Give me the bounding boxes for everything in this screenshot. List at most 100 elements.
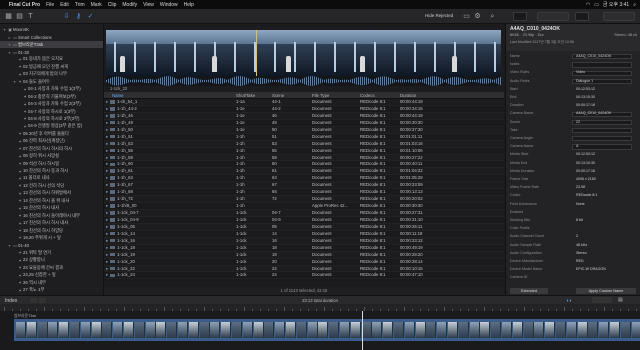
column-header-file-type[interactable]: File Type xyxy=(312,92,329,99)
sidebar-item[interactable]: ✦ 01 동네가 봄은 오지요 xyxy=(0,56,103,63)
sidebar-item[interactable]: ✦ 19,20 주위게 시 + 잎 xyxy=(0,234,103,241)
sidebar-item[interactable]: ✦ 05 20년 후 아버를 돌볼다 xyxy=(0,130,103,137)
disclosure-closed-icon[interactable]: ▸ xyxy=(106,155,108,160)
menu-item-trim[interactable]: Trim xyxy=(75,2,85,8)
sidebar-item[interactable]: ▾ ▣ Moon4K xyxy=(0,26,103,33)
table-row[interactable]: ▸ 1-1h_44-2 1-1e 44-2 Document REDcode 8:1 00:… xyxy=(104,105,504,113)
viewer-toggle[interactable] xyxy=(513,12,527,21)
table-row[interactable]: ▸ 1-1h_58 1-1h 58 Document REDcode 8:1 00:00:2… xyxy=(104,154,504,162)
menu-item-help[interactable]: Help xyxy=(184,2,194,8)
sidebar-item[interactable]: ✦ 21 위탁 딸 연기 xyxy=(0,249,103,256)
disclosure-closed-icon[interactable]: ▸ xyxy=(106,127,108,132)
disclosure-closed-icon[interactable]: ▸ xyxy=(106,182,108,187)
sidebar-item[interactable]: ✦ 17 친선의 하시 하시 내사 xyxy=(0,219,103,226)
table-row[interactable]: ▸ 1-1ck_20 1-1ck 20 Document REDcode 8:1 00:00… xyxy=(104,258,504,266)
timeline-playhead[interactable] xyxy=(362,311,363,350)
disclosure-closed-icon[interactable]: ▸ xyxy=(106,189,108,194)
clock[interactable]: 금 오후 3:41 xyxy=(603,1,629,8)
disclosure-closed-icon[interactable]: ▸ xyxy=(106,148,108,153)
sidebar-item[interactable]: ✦ 04-9 전쟁일 명상(3부 같은 밤) xyxy=(0,123,103,130)
sidebar-item[interactable]: ✦ 14 찬선의 하시 올 위 내사 xyxy=(0,197,103,204)
clip-filmstrip[interactable] xyxy=(106,30,501,76)
disclosure-closed-icon[interactable]: ▸ xyxy=(106,231,108,236)
keyword-icon[interactable]: ⚷ xyxy=(74,12,83,21)
disclosure-closed-icon[interactable]: ▸ xyxy=(106,238,108,243)
table-row[interactable]: ▸ 1-ck_54_1 1-1a 44-1 Document REDcode 8:1 00:… xyxy=(104,99,504,106)
table-row[interactable]: ▸ 1-1ck_24 1-1ck 24 Document REDcode 8:1 00:00… xyxy=(104,272,504,280)
table-row[interactable]: ▸ 1-1h_61 1-1h 61 Document REDcode 8:1 00:01:0… xyxy=(104,168,504,176)
metadata-view-select[interactable]: Extended xyxy=(510,288,548,294)
table-row[interactable]: ▸ 1-1h_68 1-1h 68 Document REDcode 8:1 00:00:1… xyxy=(104,189,504,197)
inspector-value[interactable]: A xyxy=(576,143,636,151)
column-header-codecs[interactable]: Codecs xyxy=(360,92,375,99)
sidebar-item[interactable]: ✦ 27 축노 1부 xyxy=(0,286,103,293)
inspector-value[interactable]: 22 xyxy=(576,119,636,127)
table-row[interactable]: ▸ 1-1h/8_00 1-1h Apple ProRes 42... REDcode … xyxy=(104,203,504,210)
sidebar-item[interactable]: ✦ 04-7 사망의 하시로 1(3부) xyxy=(0,108,103,115)
table-row[interactable]: ▸ 1-1ck_05 1-1ck 05 Document REDcode 8:1 00:00… xyxy=(104,223,504,231)
table-row[interactable]: ▸ 1-1h_55 1-1h 55 Document REDcode 8:1 00:01:1… xyxy=(104,147,504,155)
filmstrip-view-icon[interactable]: ▭ xyxy=(462,12,471,21)
menu-item-view[interactable]: View xyxy=(143,2,154,8)
panel-toggle-group[interactable] xyxy=(603,12,635,21)
sidebar-item[interactable]: ✦ 23 요들동에 간씨 결과 xyxy=(0,264,103,271)
sidebar-item[interactable]: ✦ 07 찬선의 하시 하시의 하시 xyxy=(0,145,103,152)
sidebar-item[interactable]: ✦ 06 전력 최사선(계정단) xyxy=(0,138,103,145)
titles-icon[interactable]: T xyxy=(26,12,35,21)
table-row[interactable]: ▸ 1-1ck_04-9 1-1ck 04-9 Document REDcode 8:1 0… xyxy=(104,216,504,224)
table-row[interactable]: ▸ 1-1h_50 1-1e 50 Document REDcode 8:1 00:00:3… xyxy=(104,126,504,134)
sidebar-item[interactable]: ✦ 12 전히 하시 선의 석당 xyxy=(0,182,103,189)
sidebar-item[interactable]: ▾ ▭ 썸브라운T3sk xyxy=(0,40,103,49)
inspector-field[interactable] xyxy=(572,127,632,134)
audio-waveform[interactable] xyxy=(106,76,501,86)
disclosure-closed-icon[interactable]: ▸ xyxy=(106,266,108,271)
table-row[interactable]: ▸ 1-1h_67 1-1h 67 Document REDcode 8:1 00:00:2… xyxy=(104,182,504,190)
disclosure-closed-icon[interactable]: ▸ xyxy=(106,210,108,215)
menu-item-modify[interactable]: Modify xyxy=(122,2,137,8)
sidebar-item[interactable]: ✦ 09 석선 하시 하시일 xyxy=(0,160,103,167)
sidebar-item[interactable]: ▾ ▭ 01-40 xyxy=(0,242,103,249)
sidebar-item[interactable]: ✦ 22 상황합니 xyxy=(0,257,103,264)
menu-item-file[interactable]: File xyxy=(46,2,54,8)
inspector-value[interactable]: A4AQ_C010_0424OK xyxy=(576,110,636,118)
inspector-value[interactable]: A4AQ_C010_0424OK xyxy=(576,53,636,61)
spotlight-icon[interactable]: ⌕ xyxy=(633,2,636,8)
sidebar-item[interactable]: ✦ 15 찬선의 하시 내사 xyxy=(0,205,103,212)
timeline-ruler[interactable] xyxy=(0,304,640,311)
search-icon[interactable]: ⌕ xyxy=(488,12,497,21)
share-button[interactable] xyxy=(575,12,589,21)
photos-icon[interactable]: ▤ xyxy=(15,12,24,21)
inspector-value[interactable]: Video xyxy=(576,69,636,77)
disclosure-closed-icon[interactable]: ▸ xyxy=(106,259,108,264)
sidebar-item[interactable]: ✦ 04-8 사망의 하시로 3부(3부) xyxy=(0,115,103,122)
sidebar-item[interactable]: ✦ 24,25 신잡한 + 잎 xyxy=(0,271,103,278)
disclosure-closed-icon[interactable]: ▸ xyxy=(106,245,108,250)
sidebar-item[interactable]: ▾ ✦ 04 들도 들여두 xyxy=(0,78,103,85)
apply-custom-name-button[interactable]: Apply Custom Name xyxy=(576,288,636,294)
disclosure-closed-icon[interactable]: ▸ xyxy=(106,120,108,125)
disclosure-closed-icon[interactable]: ▸ xyxy=(106,217,108,222)
view-toggle-group[interactable] xyxy=(537,12,569,21)
sidebar-item[interactable]: ✦ 10 찬선의 하시 동과 하시 xyxy=(0,167,103,174)
sidebar-item[interactable]: ✦ 16 친선의 하시 들이래야시 내부 xyxy=(0,212,103,219)
sidebar-item[interactable]: ✦ 13 찬선의 하시 하위방에서 xyxy=(0,190,103,197)
disclosure-closed-icon[interactable]: ▸ xyxy=(106,161,108,166)
inspector-field[interactable] xyxy=(572,136,632,142)
table-row[interactable]: ▸ 1-1ck_16 1-1ck 16 Document REDcode 8:1 00:00… xyxy=(104,237,504,245)
library-icon[interactable]: ▦ xyxy=(4,12,13,21)
column-header-shot-take[interactable]: Shot/Take xyxy=(236,92,255,99)
disclosure-closed-icon[interactable]: ▸ xyxy=(106,134,108,139)
sidebar-item[interactable]: ✦ 02 방금에 오던 진행 씨게 xyxy=(0,63,103,70)
battery-icon[interactable]: ▭ xyxy=(594,2,599,8)
zoom-slider[interactable] xyxy=(592,297,612,303)
disclosure-closed-icon[interactable]: ▸ xyxy=(106,196,108,201)
table-row[interactable]: ▸ 1-1ck_22 1-1ck 22 Document REDcode 8:1 00:00… xyxy=(104,265,504,273)
filmstrip-playhead[interactable] xyxy=(256,30,257,76)
table-row[interactable]: ▸ 1-1h_49 1-1e 49 Document REDcode 8:1 00:00:3… xyxy=(104,119,504,127)
sidebar-item[interactable]: ▸ ▭ Smart Collections xyxy=(0,33,103,40)
table-row[interactable]: ▸ 1-1h_51 1-1h 51 Document REDcode 8:1 00:01:0… xyxy=(104,133,504,141)
table-row[interactable]: ▸ 1-1ck_14 1-1ck 14 Document REDcode 8:1 00:00… xyxy=(104,230,504,238)
disclosure-closed-icon[interactable]: ▸ xyxy=(106,272,108,277)
sidebar-item[interactable]: ✦ 04-2 충분히 기울여보(3부) xyxy=(0,93,103,100)
menu-item-mark[interactable]: Mark xyxy=(91,2,102,8)
